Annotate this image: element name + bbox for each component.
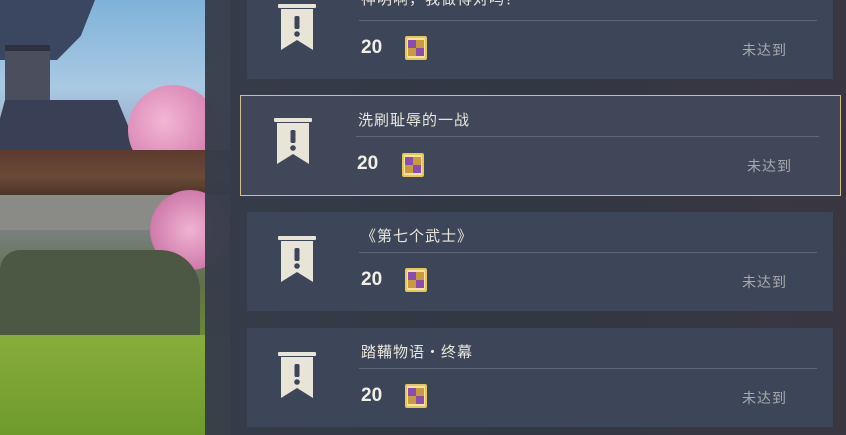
achievement-title: 洗刷耻辱的一战 xyxy=(358,111,471,129)
primogem-icon xyxy=(405,384,427,408)
divider xyxy=(359,252,817,253)
exclamation-banner-icon xyxy=(278,236,316,282)
reward-count: 20 xyxy=(361,37,383,58)
achievement-title: 神明啊，我做得对吗？ xyxy=(361,0,521,9)
primogem-icon xyxy=(405,268,427,292)
primogem-icon xyxy=(405,36,427,60)
reward-count: 20 xyxy=(357,153,379,174)
status-label: 未达到 xyxy=(742,275,787,291)
achievement-title: 《第七个武士》 xyxy=(361,227,474,245)
roof-decoration xyxy=(0,100,140,155)
status-label: 未达到 xyxy=(742,391,787,407)
exclamation-banner-icon xyxy=(278,4,316,50)
bridge-decoration xyxy=(0,150,230,195)
background-scenery xyxy=(0,0,230,435)
achievement-title: 踏鞴物语・终幕 xyxy=(361,343,474,361)
exclamation-banner-icon xyxy=(278,352,316,398)
achievement-card-selected[interactable]: 洗刷耻辱的一战 20 未达到 xyxy=(240,95,841,196)
achievement-card[interactable]: 踏鞴物语・终幕 20 未达到 xyxy=(247,328,833,427)
achievement-card[interactable]: 《第七个武士》 20 未达到 xyxy=(247,212,833,311)
achievement-card[interactable]: 神明啊，我做得对吗？ 20 未达到 xyxy=(247,0,833,79)
divider xyxy=(359,368,817,369)
grass-decoration xyxy=(0,335,230,435)
status-label: 未达到 xyxy=(742,43,787,59)
primogem-icon xyxy=(402,153,424,177)
reward-count: 20 xyxy=(361,385,383,406)
divider xyxy=(359,20,817,21)
status-label: 未达到 xyxy=(747,159,792,175)
divider xyxy=(356,136,819,137)
exclamation-banner-icon xyxy=(274,118,312,164)
achievements-screen: 神明啊，我做得对吗？ 20 未达到 洗刷耻辱的一战 20 xyxy=(0,0,846,435)
reward-count: 20 xyxy=(361,269,383,290)
